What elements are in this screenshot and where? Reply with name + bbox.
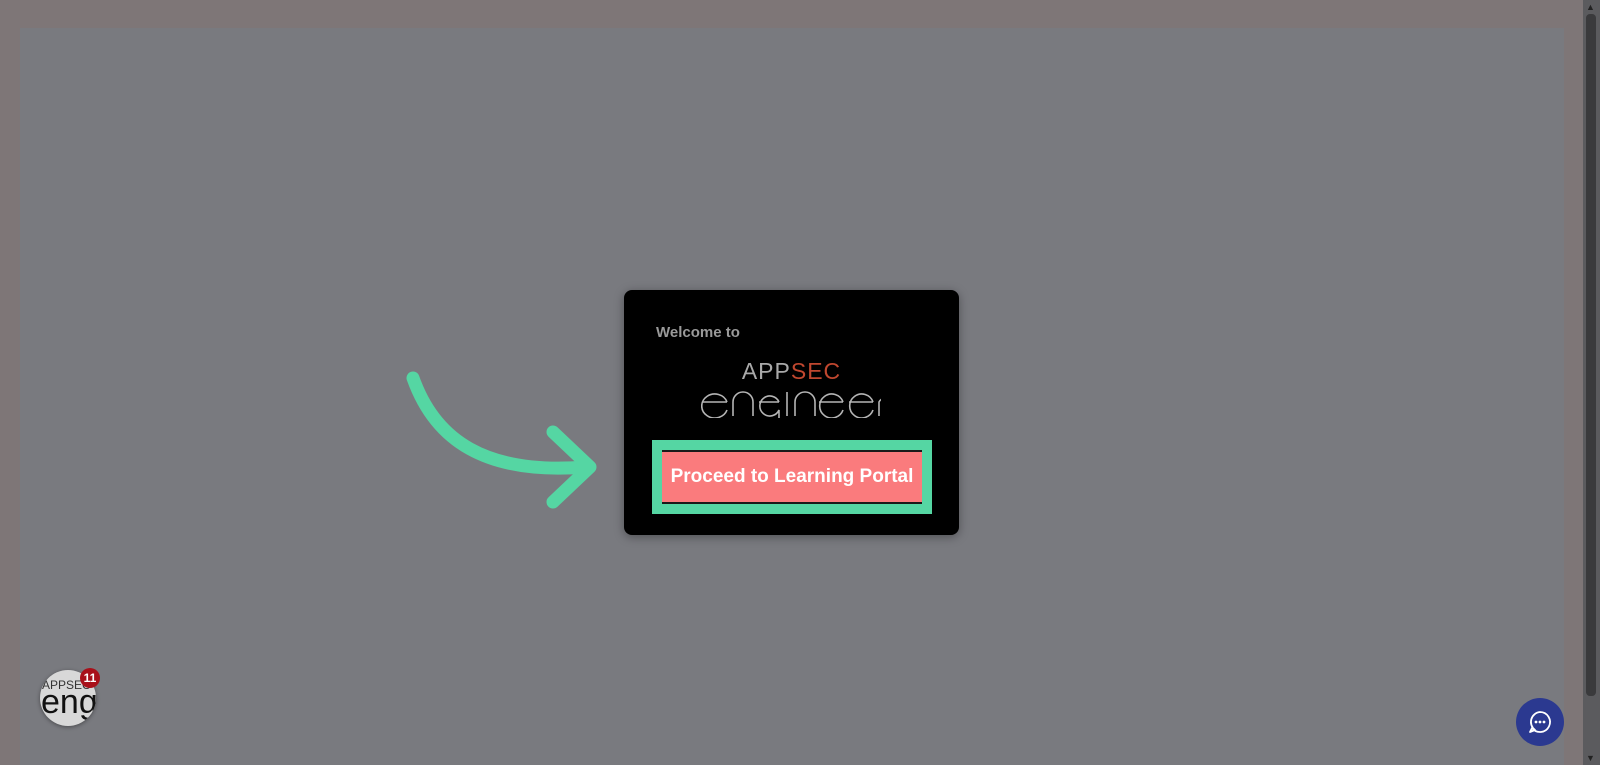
notification-badge: 11 xyxy=(80,668,100,688)
logo-wordmark-top: APPSEC xyxy=(624,358,959,384)
page-scrollbar[interactable]: ▲ ▼ xyxy=(1583,0,1600,765)
chat-button[interactable] xyxy=(1516,698,1564,746)
avatar-logo-word: engi xyxy=(41,683,96,721)
logo-app-text: APP xyxy=(741,358,791,384)
assistant-avatar-launcher[interactable]: APPSEC engi 11 xyxy=(38,668,102,732)
curved-arrow-icon xyxy=(406,371,597,509)
chat-bubble-icon xyxy=(1529,711,1551,733)
scroll-down-icon[interactable]: ▼ xyxy=(1586,753,1595,763)
proceed-to-learning-portal-button[interactable]: Proceed to Learning Portal xyxy=(662,450,922,504)
appsec-engineer-logo: APPSEC xyxy=(624,358,959,418)
logo-engineer-wordmark xyxy=(701,391,881,418)
scrollbar-thumb[interactable] xyxy=(1586,14,1596,696)
welcome-modal: Welcome to APPSEC Proceed to Learning Po… xyxy=(624,290,959,535)
scroll-up-icon[interactable]: ▲ xyxy=(1586,2,1595,12)
cta-highlight-box: Proceed to Learning Portal xyxy=(652,440,932,514)
welcome-text: Welcome to xyxy=(656,324,740,341)
logo-sec-text: SEC xyxy=(790,358,842,384)
